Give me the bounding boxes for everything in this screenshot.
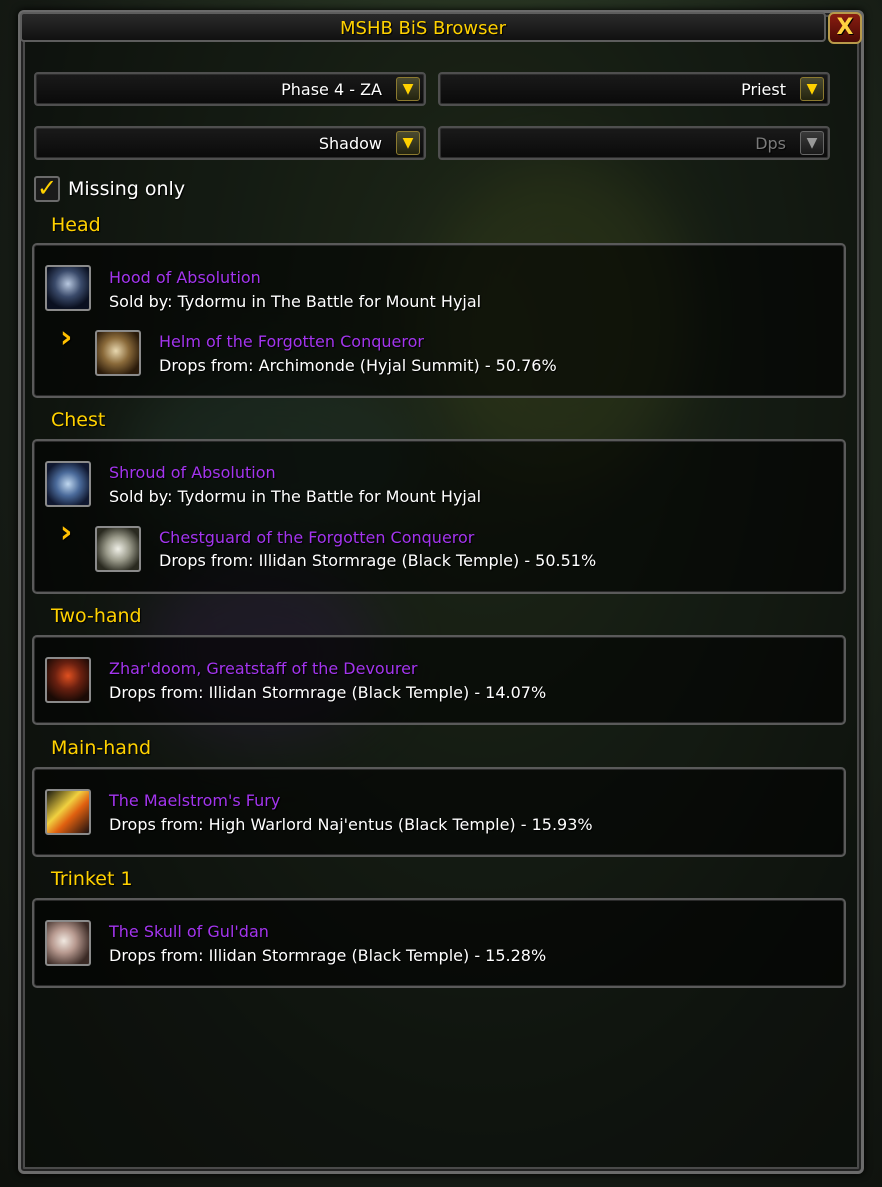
staff-icon[interactable] [45, 657, 91, 703]
class-dropdown[interactable]: Priest ▼ [438, 72, 830, 106]
chevron-down-icon: ▼ [800, 131, 824, 155]
item-name-zhardoom[interactable]: Zhar'doom, Greatstaff of the Devourer [109, 659, 418, 678]
item-name-hood[interactable]: Hood of Absolution [109, 268, 261, 287]
item-source-shroud: Sold by: Tydormu in The Battle for Mount… [109, 487, 482, 506]
hood-icon[interactable] [45, 265, 91, 311]
class-value: Priest [741, 80, 786, 99]
close-icon: X [836, 15, 854, 40]
chevron-right-icon: › [60, 320, 73, 355]
spec-value: Shadow [318, 134, 382, 153]
item-name-chest-token[interactable]: Chestguard of the Forgotten Conqueror [159, 528, 474, 547]
skull-icon[interactable] [45, 920, 91, 966]
helm-token-icon[interactable] [95, 330, 141, 376]
role-value: Dps [755, 134, 786, 153]
chevron-down-icon[interactable]: ▼ [396, 77, 420, 101]
slot-card-two-hand [32, 635, 846, 725]
window-title: MSHB BiS Browser [340, 18, 506, 39]
item-source-zhardoom: Drops from: Illidan Stormrage (Black Tem… [109, 683, 547, 702]
chest-token-icon[interactable] [95, 526, 141, 572]
robe-icon[interactable] [45, 461, 91, 507]
slot-card-main-hand [32, 767, 846, 857]
section-title-main-hand: Main-hand [51, 737, 152, 759]
item-name-shroud[interactable]: Shroud of Absolution [109, 463, 276, 482]
section-title-trinket-1: Trinket 1 [51, 868, 133, 890]
chevron-down-icon[interactable]: ▼ [396, 131, 420, 155]
checkmark-icon: ✓ [36, 174, 58, 202]
dagger-icon[interactable] [45, 789, 91, 835]
section-title-two-hand: Two-hand [51, 605, 142, 627]
spec-dropdown[interactable]: Shadow ▼ [34, 126, 426, 160]
section-title-head: Head [51, 214, 101, 236]
missing-only-checkbox[interactable]: ✓ [34, 176, 60, 202]
title-bar[interactable]: MSHB BiS Browser [20, 12, 826, 42]
item-name-helm-token[interactable]: Helm of the Forgotten Conqueror [159, 332, 424, 351]
slot-card-trinket-1 [32, 898, 846, 988]
close-button[interactable]: X [828, 12, 862, 44]
role-dropdown: Dps ▼ [438, 126, 830, 160]
item-source-helm-token: Drops from: Archimonde (Hyjal Summit) - … [159, 356, 557, 375]
phase-value: Phase 4 - ZA [281, 80, 382, 99]
item-source-maelstrom: Drops from: High Warlord Naj'entus (Blac… [109, 815, 593, 834]
item-name-skull[interactable]: The Skull of Gul'dan [109, 922, 269, 941]
section-title-chest: Chest [51, 409, 106, 431]
chevron-right-icon: › [60, 515, 73, 550]
item-source-hood: Sold by: Tydormu in The Battle for Mount… [109, 292, 482, 311]
missing-only-label: Missing only [68, 178, 186, 200]
item-source-chest-token: Drops from: Illidan Stormrage (Black Tem… [159, 551, 597, 570]
phase-dropdown[interactable]: Phase 4 - ZA ▼ [34, 72, 426, 106]
item-name-maelstrom[interactable]: The Maelstrom's Fury [109, 791, 280, 810]
item-source-skull: Drops from: Illidan Stormrage (Black Tem… [109, 946, 547, 965]
chevron-down-icon[interactable]: ▼ [800, 77, 824, 101]
